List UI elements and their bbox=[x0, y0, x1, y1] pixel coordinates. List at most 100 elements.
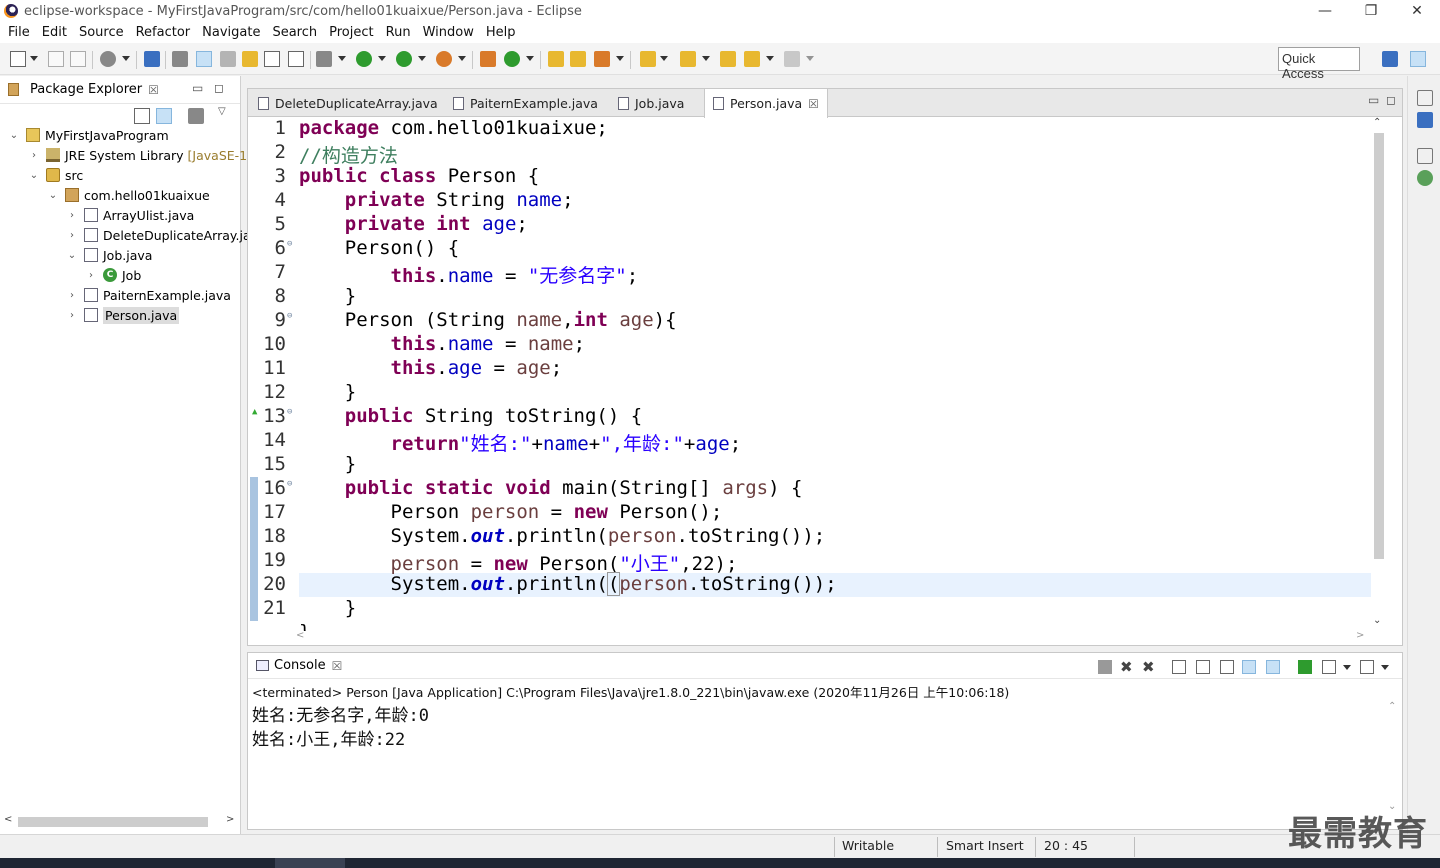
search-dropdown-icon[interactable] bbox=[616, 56, 624, 61]
package-explorer-close-icon[interactable]: ☒ bbox=[148, 83, 159, 97]
menu-run[interactable]: Run bbox=[380, 25, 417, 40]
open-console-dropdown-icon[interactable] bbox=[1381, 665, 1389, 670]
menu-help[interactable]: Help bbox=[480, 25, 522, 40]
open-task-icon[interactable] bbox=[570, 51, 586, 67]
collapse-all-icon[interactable] bbox=[134, 108, 150, 124]
console-close-icon[interactable]: ☒ bbox=[332, 659, 343, 673]
tab-paiternexample[interactable]: PaiternExample.java bbox=[445, 89, 606, 117]
console-title[interactable]: Console bbox=[274, 658, 326, 673]
show-on-stderr-icon[interactable] bbox=[1266, 660, 1280, 674]
forward-dropdown-icon[interactable] bbox=[806, 56, 814, 61]
fold-toggle-icon[interactable]: ⊖ bbox=[287, 311, 295, 321]
menu-file[interactable]: File bbox=[2, 25, 36, 40]
show-on-stdout-icon[interactable] bbox=[1242, 660, 1256, 674]
console-vertical-scrollbar[interactable]: ⌃ ⌄ bbox=[1386, 701, 1400, 815]
tree-item-package[interactable]: ⌄ com.hello01kuaixue bbox=[47, 185, 210, 205]
coverage-dropdown-icon[interactable] bbox=[418, 56, 426, 61]
menu-navigate[interactable]: Navigate bbox=[196, 25, 266, 40]
debug-dropdown-icon[interactable] bbox=[338, 56, 346, 61]
settings-dropdown-icon[interactable] bbox=[122, 56, 130, 61]
remove-all-terminated-icon[interactable]: ✖ bbox=[1142, 660, 1156, 675]
menu-edit[interactable]: Edit bbox=[36, 25, 73, 40]
fold-toggle-icon[interactable]: ⊖ bbox=[287, 479, 295, 489]
new-java-package-icon[interactable] bbox=[480, 51, 496, 67]
tree-item-arrayulist[interactable]: › ArrayUlist.java bbox=[66, 205, 194, 225]
menu-search[interactable]: Search bbox=[266, 25, 323, 40]
show-whitespace-icon[interactable] bbox=[264, 51, 280, 67]
run-dropdown-icon[interactable] bbox=[378, 56, 386, 61]
java-perspective-icon[interactable] bbox=[1410, 51, 1426, 67]
tree-item-job-java[interactable]: ⌄ Job.java bbox=[66, 245, 153, 265]
tree-item-job-class[interactable]: › C Job bbox=[85, 265, 141, 285]
block-selection-icon[interactable] bbox=[220, 51, 236, 67]
show-selected-icon[interactable] bbox=[288, 51, 304, 67]
new-icon[interactable] bbox=[10, 51, 26, 67]
external-tools-icon[interactable] bbox=[436, 51, 452, 67]
maximize-view-icon[interactable]: ◻ bbox=[214, 81, 224, 95]
new-java-class-icon[interactable] bbox=[504, 51, 520, 67]
previous-annotation-icon[interactable] bbox=[680, 51, 696, 67]
save-icon[interactable] bbox=[48, 51, 64, 67]
new-dropdown-icon[interactable] bbox=[30, 56, 38, 61]
tab-job[interactable]: Job.java bbox=[610, 89, 692, 117]
settings-icon[interactable] bbox=[100, 51, 116, 67]
coverage-icon[interactable] bbox=[396, 51, 412, 67]
tree-item-jre-library[interactable]: › JRE System Library [JavaSE-1. bbox=[28, 145, 251, 165]
link-with-editor-icon[interactable] bbox=[156, 108, 172, 124]
menu-window[interactable]: Window bbox=[417, 25, 480, 40]
forward-icon[interactable] bbox=[784, 51, 800, 67]
external-tools-dropdown-icon[interactable] bbox=[458, 56, 466, 61]
skip-breakpoints-icon[interactable] bbox=[144, 51, 160, 67]
editor-maximize-icon[interactable]: ◻ bbox=[1386, 93, 1396, 107]
editor-vertical-scrollbar[interactable]: ⌃ ⌄ bbox=[1370, 117, 1386, 631]
tree-item-paiternexample[interactable]: › PaiternExample.java bbox=[66, 285, 231, 305]
editor-minimize-icon[interactable]: ▭ bbox=[1368, 93, 1379, 107]
menu-source[interactable]: Source bbox=[73, 25, 130, 40]
outline-view-icon[interactable] bbox=[1417, 112, 1433, 128]
tree-item-deleteduplicatearray[interactable]: › DeleteDuplicateArray.ja bbox=[66, 225, 251, 245]
maximize-button[interactable]: ❐ bbox=[1348, 0, 1394, 22]
terminate-icon[interactable] bbox=[1098, 660, 1112, 674]
quick-access-input[interactable]: Quick Access bbox=[1278, 47, 1360, 81]
editor-horizontal-scrollbar[interactable]: < > bbox=[296, 630, 1370, 644]
next-annotation-dropdown-icon[interactable] bbox=[660, 56, 668, 61]
tree-item-src[interactable]: ⌄ src bbox=[28, 165, 83, 185]
search-icon[interactable] bbox=[594, 51, 610, 67]
pin-console-icon[interactable] bbox=[1298, 660, 1312, 674]
view-menu-icon[interactable]: ▽ bbox=[218, 106, 226, 117]
open-type-icon[interactable] bbox=[172, 51, 188, 67]
mark-occurrences-icon[interactable] bbox=[196, 51, 212, 67]
tab-close-icon[interactable]: ☒ bbox=[808, 97, 819, 111]
task-list-icon[interactable] bbox=[1417, 170, 1433, 186]
remove-launch-icon[interactable]: ✖ bbox=[1120, 660, 1134, 675]
fold-toggle-icon[interactable]: ⊖ bbox=[287, 239, 295, 249]
menu-project[interactable]: Project bbox=[323, 25, 379, 40]
last-edit-location-icon[interactable] bbox=[720, 51, 736, 67]
back-icon[interactable] bbox=[744, 51, 760, 67]
tab-deleteduplicatearray[interactable]: DeleteDuplicateArray.java bbox=[250, 89, 446, 117]
next-annotation-icon[interactable] bbox=[640, 51, 656, 67]
code-area[interactable]: ▲ 1 2 3 4 5 6 7 8 9 10 11 12 13 14 15 16… bbox=[248, 117, 1402, 631]
save-all-icon[interactable] bbox=[70, 51, 86, 67]
word-wrap-icon[interactable] bbox=[1220, 660, 1234, 674]
clear-console-icon[interactable] bbox=[1172, 660, 1186, 674]
display-console-dropdown-icon[interactable] bbox=[1343, 665, 1351, 670]
restore-view-icon[interactable] bbox=[1417, 90, 1433, 106]
close-window-button[interactable]: ✕ bbox=[1394, 0, 1440, 22]
package-explorer-title[interactable]: Package Explorer bbox=[30, 82, 142, 97]
back-dropdown-icon[interactable] bbox=[766, 56, 774, 61]
previous-annotation-dropdown-icon[interactable] bbox=[702, 56, 710, 61]
open-folder-icon[interactable] bbox=[548, 51, 564, 67]
minimize-view-icon[interactable]: ▭ bbox=[192, 81, 203, 95]
scroll-lock-icon[interactable] bbox=[1196, 660, 1210, 674]
display-console-icon[interactable] bbox=[1322, 660, 1336, 674]
tree-item-project[interactable]: ⌄ MyFirstJavaProgram bbox=[8, 125, 169, 145]
view-filters-icon[interactable] bbox=[188, 108, 204, 124]
tab-person[interactable]: Person.java ☒ bbox=[704, 89, 828, 118]
menu-refactor[interactable]: Refactor bbox=[130, 25, 197, 40]
toggle-word-wrap-icon[interactable] bbox=[242, 51, 258, 67]
tree-item-person-java[interactable]: › Person.java bbox=[66, 305, 180, 325]
restore-view-icon-2[interactable] bbox=[1417, 148, 1433, 164]
debug-icon[interactable] bbox=[316, 51, 332, 67]
run-icon[interactable] bbox=[356, 51, 372, 67]
